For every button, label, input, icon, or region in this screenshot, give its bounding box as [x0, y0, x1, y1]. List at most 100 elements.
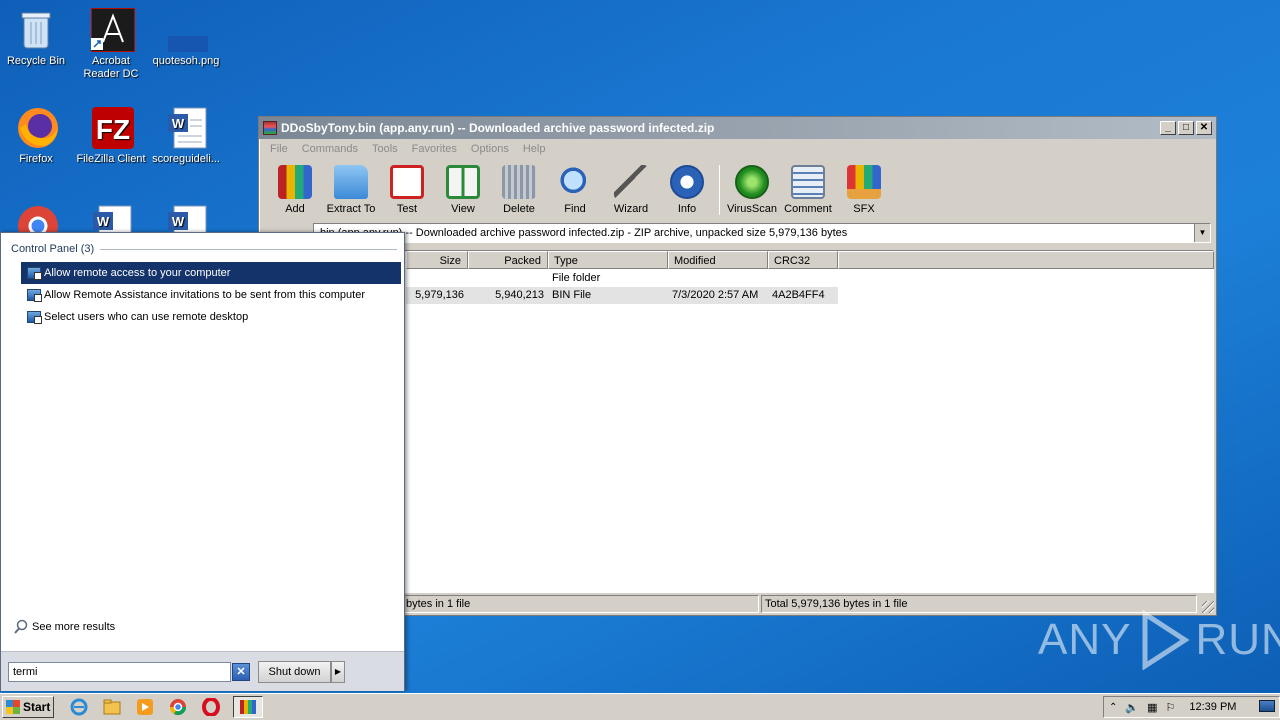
file-list[interactable]: Size Packed Type Modified CRC32 File fol…: [263, 250, 1214, 593]
windows-flag-icon: [6, 700, 20, 714]
recycle-bin-icon: [16, 8, 56, 52]
taskbar-opera[interactable]: [200, 697, 222, 717]
watermark-right: RUN: [1195, 615, 1280, 664]
internet-explorer-icon: [70, 698, 88, 716]
column-header-packed[interactable]: Packed: [468, 251, 548, 269]
test-label: Test: [396, 203, 418, 215]
cell-type: BIN File: [552, 289, 592, 301]
cell-packed: 5,940,213: [495, 289, 544, 301]
see-more-results-link[interactable]: See more results: [13, 619, 115, 635]
menu-options[interactable]: Options: [464, 143, 516, 155]
desktop-icon-acrobat[interactable]: Acrobat Reader DC: [76, 7, 146, 81]
sfx-label: SFX: [853, 203, 875, 215]
taskbar-ie[interactable]: [68, 697, 90, 717]
desktop-icon-recycle-bin[interactable]: Recycle Bin: [1, 8, 71, 68]
chrome-icon: [169, 699, 187, 716]
shutdown-options-arrow-icon[interactable]: ▶: [331, 661, 345, 683]
result-allow-remote-assistance[interactable]: Allow Remote Assistance invitations to b…: [21, 284, 401, 306]
table-row[interactable]: File folder: [406, 270, 838, 286]
folder-icon: [103, 699, 121, 715]
info-label: Info: [677, 203, 697, 215]
view-label: View: [451, 203, 475, 215]
menu-tools[interactable]: Tools: [365, 143, 405, 155]
show-desktop-icon[interactable]: [1259, 700, 1275, 712]
virusscan-button[interactable]: VirusScan: [724, 159, 780, 221]
taskbar-explorer[interactable]: [101, 697, 123, 717]
clear-search-icon[interactable]: ✕: [232, 663, 250, 681]
find-button[interactable]: Find: [547, 159, 603, 221]
view-button[interactable]: View: [435, 159, 491, 221]
start-label: Start: [23, 700, 51, 714]
svg-text:W: W: [97, 214, 110, 229]
search-input[interactable]: termi: [8, 662, 231, 682]
column-header-crc32[interactable]: CRC32: [768, 251, 838, 269]
action-center-flag-icon[interactable]: ⚐: [1166, 701, 1176, 714]
desktop-icon-firefox[interactable]: Firefox: [1, 106, 71, 166]
show-hidden-icons-icon[interactable]: ⌃: [1109, 702, 1117, 713]
virus-icon: [735, 165, 769, 199]
close-button[interactable]: ✕: [1196, 121, 1212, 135]
desktop-icon-scoreguide[interactable]: W scoreguideli...: [151, 106, 221, 166]
volume-icon[interactable]: 🔈: [1125, 701, 1139, 714]
menu-commands[interactable]: Commands: [295, 143, 365, 155]
desktop-icon-filezilla[interactable]: FZ FileZilla Client: [76, 106, 146, 166]
cell-modified: 7/3/2020 2:57 AM: [672, 289, 759, 301]
shut-down-button[interactable]: Shut down: [258, 661, 331, 683]
search-group-header: Control Panel (3): [11, 243, 397, 255]
extract-to-button[interactable]: Extract To: [323, 159, 379, 221]
test-button[interactable]: Test: [379, 159, 435, 221]
chevron-down-icon[interactable]: ▼: [1194, 224, 1210, 242]
menu-help[interactable]: Help: [516, 143, 553, 155]
result-select-users[interactable]: Select users who can use remote desktop: [21, 306, 401, 328]
control-panel-icon: [27, 289, 42, 302]
system-tray: ⌃ 🔈 ▦ ⚐ 12:39 PM: [1103, 696, 1280, 718]
image-file-icon: [166, 8, 208, 52]
maximize-button[interactable]: □: [1178, 121, 1194, 135]
network-icon[interactable]: ▦: [1147, 701, 1157, 714]
add-label: Add: [285, 203, 305, 215]
table-row[interactable]: 5,979,136 5,940,213 BIN File 7/3/2020 2:…: [406, 287, 838, 304]
control-panel-icon: [27, 311, 42, 324]
folder-icon: [334, 165, 368, 199]
menu-favorites[interactable]: Favorites: [405, 143, 464, 155]
desktop-icon-label: Recycle Bin: [6, 55, 66, 67]
taskbar: Start ⌃ 🔈 ▦ ⚐ 12:39 PM: [0, 693, 1280, 720]
taskbar-chrome[interactable]: [167, 697, 189, 717]
search-input-value: termi: [13, 666, 38, 678]
comment-icon: [791, 165, 825, 199]
shut-down-label: Shut down: [268, 666, 321, 678]
column-header-modified[interactable]: Modified: [668, 251, 768, 269]
virusscan-label: VirusScan: [727, 203, 777, 215]
comment-button[interactable]: Comment: [780, 159, 836, 221]
taskbar-winrar[interactable]: [233, 696, 263, 718]
minimize-button[interactable]: _: [1160, 121, 1176, 135]
desktop-icon-label: quotesoh.png: [152, 55, 220, 67]
start-button[interactable]: Start: [2, 696, 54, 718]
result-allow-remote-access[interactable]: Allow remote access to your computer: [21, 262, 401, 284]
desktop-icon-label: Firefox: [19, 153, 53, 165]
result-label: Select users who can use remote desktop: [44, 311, 249, 323]
result-label: Allow remote access to your computer: [44, 267, 231, 279]
column-header-filler: [838, 251, 1214, 269]
title-bar[interactable]: DDoSbyTony.bin (app.any.run) -- Download…: [259, 117, 1216, 139]
column-header-size[interactable]: Size: [406, 251, 468, 269]
firefox-icon: [16, 106, 58, 150]
checklist-icon: [390, 165, 424, 199]
clock[interactable]: 12:39 PM: [1189, 701, 1236, 713]
delete-button[interactable]: Delete: [491, 159, 547, 221]
status-left-text: bytes in 1 file: [406, 598, 471, 610]
wizard-button[interactable]: Wizard: [603, 159, 659, 221]
desktop-icon-label: Acrobat Reader DC: [83, 55, 139, 80]
column-header-type[interactable]: Type: [548, 251, 668, 269]
acrobat-icon: [90, 7, 136, 53]
winrar-icon: [263, 121, 277, 135]
group-title: Control Panel (3): [11, 243, 95, 255]
add-button[interactable]: Add: [267, 159, 323, 221]
divider: [100, 248, 397, 250]
sfx-button[interactable]: SFX: [836, 159, 892, 221]
path-bar[interactable]: bin (app.any.run) -- Downloaded archive …: [313, 223, 1211, 243]
info-button[interactable]: Info: [659, 159, 715, 221]
menu-file[interactable]: File: [263, 143, 295, 155]
taskbar-media-player[interactable]: [134, 697, 156, 717]
desktop-icon-quotesoh[interactable]: quotesoh.png: [151, 8, 221, 68]
